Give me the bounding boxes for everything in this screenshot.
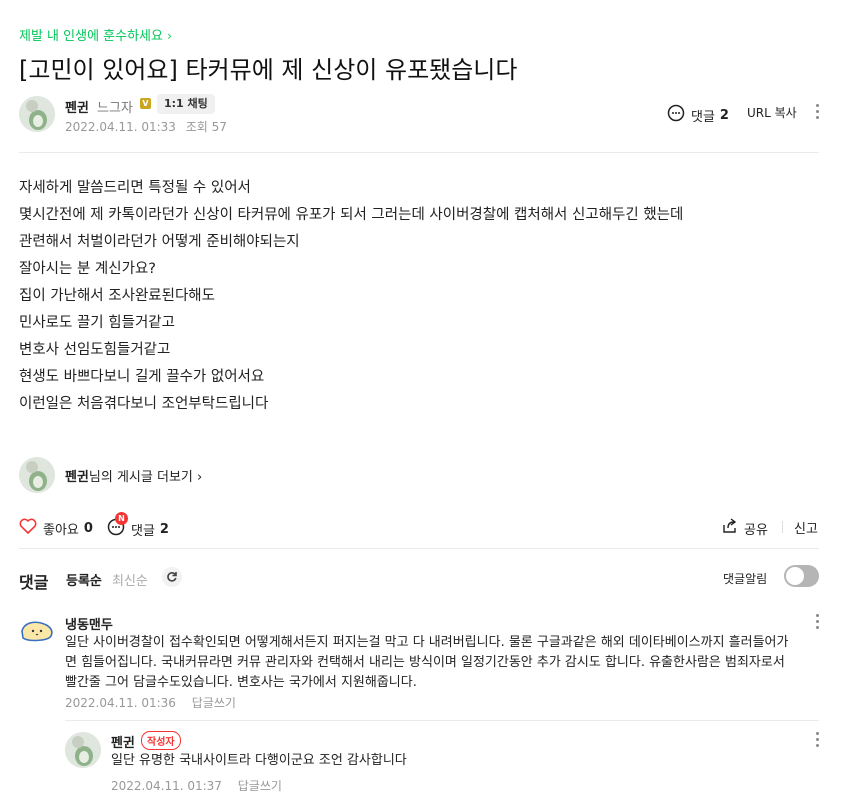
comment-bubble-icon: N bbox=[107, 512, 128, 540]
divider bbox=[782, 521, 783, 533]
header-comment-button[interactable]: 댓글 2 bbox=[667, 104, 729, 126]
divider bbox=[19, 548, 819, 549]
post-date: 2022.04.11. 01:33 bbox=[65, 120, 176, 134]
body-line: 이런일은 처음겪다보니 조언부탁드립니다 bbox=[19, 396, 269, 412]
comment-button[interactable]: N 댓글 2 bbox=[107, 512, 169, 540]
comment-bubble-icon bbox=[667, 104, 685, 126]
url-copy-button[interactable]: URL 복사 bbox=[747, 104, 797, 121]
comment-date: 2022.04.11. 01:37 bbox=[111, 779, 222, 793]
toggle-knob bbox=[786, 567, 804, 585]
more-posts-link[interactable]: 펜귄님의 게시글 더보기 › bbox=[65, 466, 202, 485]
comment-meta: 2022.04.11. 01:36 답글쓰기 bbox=[65, 694, 248, 711]
more-options-icon[interactable] bbox=[816, 104, 820, 122]
body-line: 현생도 바쁘다보니 길게 끌수가 없어서요 bbox=[19, 369, 265, 385]
body-line: 집이 가난해서 조사완료된다해도 bbox=[19, 288, 215, 304]
author-level-label: 느그자 bbox=[97, 101, 133, 116]
comment-more-icon[interactable] bbox=[816, 732, 820, 750]
avatar[interactable] bbox=[19, 614, 55, 650]
chat-button[interactable]: 1:1 채팅 bbox=[157, 94, 215, 114]
share-icon bbox=[721, 518, 738, 538]
header-comment-label: 댓글 bbox=[691, 109, 715, 125]
comment-more-icon[interactable] bbox=[816, 614, 820, 632]
comment-nickname[interactable]: 냉동맨두 bbox=[65, 614, 113, 633]
more-posts-suffix: 님의 게시글 더보기 bbox=[88, 470, 193, 485]
divider bbox=[65, 720, 819, 721]
post-meta: 2022.04.11. 01:33 조회 57 bbox=[65, 118, 233, 135]
body-line: 변호사 선임도힘들거같고 bbox=[19, 342, 171, 358]
reply-button[interactable]: 답글쓰기 bbox=[238, 779, 282, 793]
breadcrumb[interactable]: 제발 내 인생에 훈수하세요 › bbox=[19, 25, 172, 44]
like-count: 0 bbox=[83, 520, 93, 536]
post-body: 자세하게 말씀드리면 특정될 수 있어서 몇시간전에 제 카톡이라던가 신상이 … bbox=[19, 175, 683, 418]
avatar[interactable] bbox=[19, 457, 55, 493]
body-line: 민사로도 끌기 힘들거같고 bbox=[19, 315, 175, 331]
comment-date: 2022.04.11. 01:36 bbox=[65, 696, 176, 710]
comment-alarm-toggle[interactable] bbox=[784, 565, 819, 587]
share-button[interactable]: 공유 bbox=[721, 518, 768, 538]
comment-alarm-label: 댓글알림 bbox=[723, 572, 768, 586]
page-title: [고민이 있어요] 타커뮤에 제 신상이 유포됐습니다 bbox=[19, 56, 518, 84]
avatar[interactable] bbox=[19, 96, 55, 132]
level-badge-icon: V bbox=[140, 98, 151, 109]
heart-icon bbox=[19, 518, 37, 538]
author-nickname[interactable]: 펜귄 bbox=[65, 97, 89, 116]
comment-count: 2 bbox=[159, 521, 169, 537]
sort-register-tab[interactable]: 등록순 bbox=[66, 570, 102, 589]
author-tag-badge: 작성자 bbox=[141, 731, 181, 750]
more-posts-nickname: 펜귄 bbox=[65, 470, 89, 485]
like-label: 좋아요 bbox=[43, 522, 79, 538]
share-label: 공유 bbox=[744, 522, 768, 538]
sort-latest-tab[interactable]: 최신순 bbox=[112, 570, 148, 589]
body-line: 자세하게 말씀드리면 특정될 수 있어서 bbox=[19, 180, 251, 196]
body-line: 관련해서 처벌이라던가 어떻게 준비해야되는지 bbox=[19, 234, 300, 250]
divider bbox=[19, 152, 819, 153]
comment-text: 일단 유명한 국내사이트라 다행이군요 조언 감사합니다 bbox=[111, 753, 407, 768]
reply-button[interactable]: 답글쓰기 bbox=[192, 696, 236, 710]
like-button[interactable]: 좋아요 0 bbox=[19, 518, 93, 538]
comment-label: 댓글 bbox=[131, 523, 155, 539]
new-badge: N bbox=[115, 512, 128, 525]
chevron-right-icon: › bbox=[167, 29, 172, 43]
comment-meta: 2022.04.11. 01:37 답글쓰기 bbox=[111, 777, 294, 794]
breadcrumb-label[interactable]: 제발 내 인생에 훈수하세요 bbox=[19, 29, 163, 44]
comments-title: 댓글 bbox=[19, 573, 49, 592]
refresh-icon[interactable] bbox=[162, 567, 182, 587]
post-views: 조회 57 bbox=[185, 120, 227, 134]
report-button[interactable]: 신고 bbox=[794, 518, 818, 537]
header-comment-count: 2 bbox=[719, 107, 729, 123]
body-line: 몇시간전에 제 카톡이라던가 신상이 타커뮤에 유포가 되서 그러는데 사이버경… bbox=[19, 207, 684, 223]
chevron-right-icon: › bbox=[197, 470, 203, 485]
avatar[interactable] bbox=[65, 732, 101, 768]
comment-nickname[interactable]: 펜귄 bbox=[111, 732, 135, 751]
comment-text: 일단 사이버경찰이 접수확인되면 어떻게해서든지 퍼지는걸 막고 다 내려버립니… bbox=[65, 635, 789, 690]
body-line: 잘아시는 분 계신가요? bbox=[19, 261, 156, 277]
